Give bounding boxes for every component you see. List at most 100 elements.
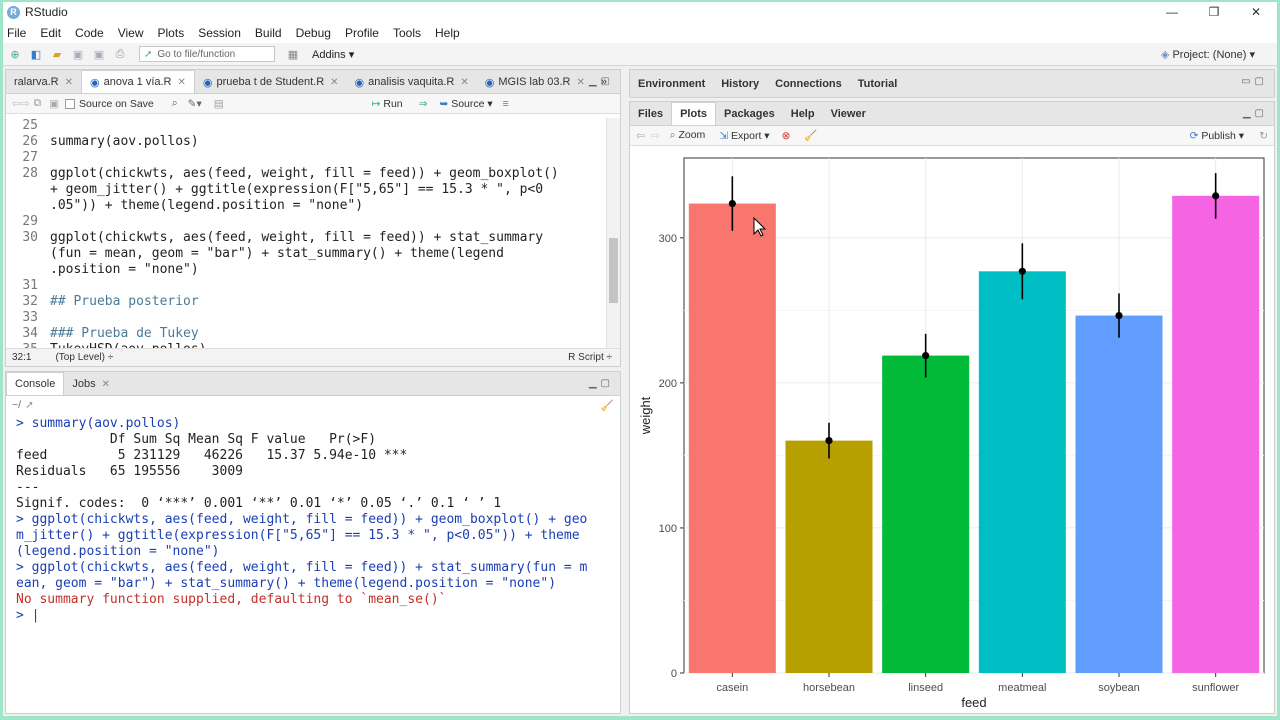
tab-prueba-t[interactable]: ◉ prueba t de Student.R ✕ bbox=[195, 71, 347, 93]
tab-files[interactable]: Files bbox=[630, 103, 671, 125]
menu-plots[interactable]: Plots bbox=[158, 26, 185, 40]
tab-connections[interactable]: Connections bbox=[767, 70, 850, 97]
menu-help[interactable]: Help bbox=[435, 26, 460, 40]
code-line[interactable]: (fun = mean, geom = "bar") + stat_summar… bbox=[6, 246, 606, 262]
menu-debug[interactable]: Debug bbox=[296, 26, 331, 40]
export-button[interactable]: ⇲ Export ▾ bbox=[719, 130, 769, 142]
project-menu[interactable]: ◈ Project: (None) ▾ bbox=[1161, 48, 1255, 61]
close-tab-icon[interactable]: ✕ bbox=[577, 77, 585, 88]
show-in-window-icon[interactable]: ⧉ bbox=[34, 97, 42, 110]
source-on-save-checkbox[interactable] bbox=[65, 98, 76, 109]
tab-history[interactable]: History bbox=[713, 70, 767, 97]
code-text: ggplot(chickwts, aes(feed, weight, fill … bbox=[50, 230, 544, 245]
open-file-icon[interactable]: ▰ bbox=[49, 46, 65, 62]
close-tab-icon[interactable]: ✕ bbox=[330, 77, 338, 88]
main-toolbar: ⊕ ◧ ▰ ▣ ▣ ⎙ ➚ Go to file/function ▦ Addi… bbox=[3, 43, 1277, 66]
pane-min-max-icons[interactable]: ▁▢ bbox=[1243, 108, 1268, 119]
code-line[interactable]: 27 bbox=[6, 150, 606, 166]
code-line[interactable]: + geom_jitter() + ggtitle(expression(F["… bbox=[6, 182, 606, 198]
new-project-icon[interactable]: ◧ bbox=[28, 46, 44, 62]
menu-code[interactable]: Code bbox=[75, 26, 104, 40]
zoom-button[interactable]: ⌕ Zoom bbox=[670, 129, 706, 142]
menu-file[interactable]: File bbox=[7, 26, 26, 40]
line-number: 25 bbox=[22, 118, 38, 133]
code-tools-icon[interactable]: ✎▾ bbox=[188, 98, 202, 110]
menu-edit[interactable]: Edit bbox=[40, 26, 61, 40]
line-number: 30 bbox=[22, 230, 38, 245]
code-line[interactable]: 26 summary(aov.pollos) bbox=[6, 134, 606, 150]
tab-mgis[interactable]: ◉ MGIS lab 03.R ✕ bbox=[477, 71, 593, 93]
save-icon[interactable]: ▣ bbox=[70, 46, 86, 62]
go-to-dir-icon[interactable]: ➚ bbox=[25, 399, 34, 411]
console-line: ean, geom = "bar") + stat_summary() + th… bbox=[16, 576, 557, 591]
tab-viewer[interactable]: Viewer bbox=[823, 103, 874, 125]
tab-environment[interactable]: Environment bbox=[630, 70, 713, 97]
code-line[interactable]: .position = "none") bbox=[6, 262, 606, 278]
goto-arrow-icon: ➚ bbox=[144, 48, 153, 60]
maximize-button[interactable]: ❐ bbox=[1193, 2, 1235, 22]
code-editor[interactable]: 25 26 summary(aov.pollos) 27 28 ggplot(chickw… bbox=[6, 118, 606, 350]
source-button[interactable]: ➥ Source ▾ bbox=[439, 98, 492, 110]
prev-plot-icon[interactable]: ⇦ bbox=[636, 130, 645, 142]
close-tab-icon[interactable]: ✕ bbox=[460, 77, 468, 88]
scrollbar-thumb[interactable] bbox=[609, 238, 618, 303]
remove-plot-icon[interactable]: ⊗ bbox=[782, 130, 791, 142]
console-output[interactable]: > summary(aov.pollos) Df Sum Sq Mean Sq … bbox=[6, 416, 620, 713]
save-file-icon[interactable]: ▣ bbox=[49, 98, 59, 110]
close-tab-icon[interactable]: ✕ bbox=[65, 77, 73, 88]
new-file-icon[interactable]: ⊕ bbox=[7, 46, 23, 62]
menu-tools[interactable]: Tools bbox=[393, 26, 421, 40]
code-line[interactable]: 34 ### Prueba de Tukey bbox=[6, 326, 606, 342]
tab-plots[interactable]: Plots bbox=[671, 102, 716, 125]
lines-menu-icon[interactable]: ≡ bbox=[503, 98, 509, 110]
close-button[interactable]: ✕ bbox=[1235, 2, 1277, 22]
editor-scrollbar[interactable] bbox=[606, 118, 620, 350]
goto-file-input[interactable]: ➚ Go to file/function bbox=[139, 46, 275, 62]
run-button[interactable]: ↦ Run bbox=[372, 98, 403, 110]
refresh-plot-icon[interactable]: ↻ bbox=[1259, 130, 1268, 142]
back-icon[interactable]: ⇦⇨ bbox=[12, 98, 30, 110]
minimize-button[interactable]: — bbox=[1151, 2, 1193, 22]
publish-icon: ⟳ bbox=[1189, 129, 1199, 142]
outline-icon[interactable]: ▤ bbox=[214, 98, 224, 110]
code-line[interactable]: 29 bbox=[6, 214, 606, 230]
workspace-panes-icon[interactable]: ▦ bbox=[285, 46, 301, 62]
code-line[interactable]: 33 bbox=[6, 310, 606, 326]
tab-anova[interactable]: ◉ anova 1 vía.R ✕ bbox=[81, 70, 195, 93]
search-icon[interactable]: ⌕ bbox=[172, 97, 178, 110]
tab-jobs[interactable]: Jobs ✕ bbox=[64, 373, 118, 395]
code-line[interactable]: 32 ## Prueba posterior bbox=[6, 294, 606, 310]
pane-restore-icons[interactable]: ▭▢ bbox=[1241, 76, 1268, 87]
file-type-menu[interactable]: R Script ÷ bbox=[568, 352, 612, 363]
menu-build[interactable]: Build bbox=[255, 26, 282, 40]
pane-min-max-icons[interactable]: ▁▢ bbox=[589, 76, 614, 87]
pane-min-max-icons[interactable]: ▁▢ bbox=[589, 378, 614, 389]
close-tab-icon[interactable]: ✕ bbox=[178, 77, 186, 88]
tab-help[interactable]: Help bbox=[783, 103, 823, 125]
tab-packages[interactable]: Packages bbox=[716, 103, 783, 125]
publish-button[interactable]: ⟳ Publish ▾ bbox=[1190, 130, 1244, 142]
code-line[interactable]: 25 bbox=[6, 118, 606, 134]
close-tab-icon[interactable]: ✕ bbox=[102, 379, 110, 390]
code-line[interactable]: 31 bbox=[6, 278, 606, 294]
menu-profile[interactable]: Profile bbox=[345, 26, 379, 40]
console-line: > | bbox=[16, 608, 40, 623]
clear-plots-icon[interactable]: 🧹 bbox=[804, 129, 817, 142]
next-plot-icon[interactable]: ⇨ bbox=[651, 130, 660, 142]
code-line[interactable]: 30 ggplot(chickwts, aes(feed, weight, fil… bbox=[6, 230, 606, 246]
tab-console[interactable]: Console bbox=[6, 372, 65, 395]
save-all-icon[interactable]: ▣ bbox=[91, 46, 107, 62]
code-line[interactable]: .05")) + theme(legend.position = "none") bbox=[6, 198, 606, 214]
addins-menu[interactable]: Addins ▾ bbox=[312, 48, 354, 61]
tab-tutorial[interactable]: Tutorial bbox=[850, 70, 906, 97]
code-line[interactable]: 28 ggplot(chickwts, aes(feed, weight, fil… bbox=[6, 166, 606, 182]
tab-vaquita[interactable]: ◉ analisis vaquita.R ✕ bbox=[347, 71, 477, 93]
clear-console-icon[interactable]: 🧹 bbox=[601, 399, 614, 412]
menu-session[interactable]: Session bbox=[198, 26, 241, 40]
source-tab-bar: ralarva.R ✕ ◉ anova 1 vía.R ✕ ◉ prueba t de … bbox=[6, 70, 620, 94]
scope-menu[interactable]: (Top Level) ÷ bbox=[55, 352, 113, 363]
menu-view[interactable]: View bbox=[118, 26, 144, 40]
tab-ralarva[interactable]: ralarva.R ✕ bbox=[6, 71, 81, 93]
rerun-icon[interactable]: ⇒ bbox=[419, 98, 428, 110]
print-icon[interactable]: ⎙ bbox=[112, 46, 128, 62]
